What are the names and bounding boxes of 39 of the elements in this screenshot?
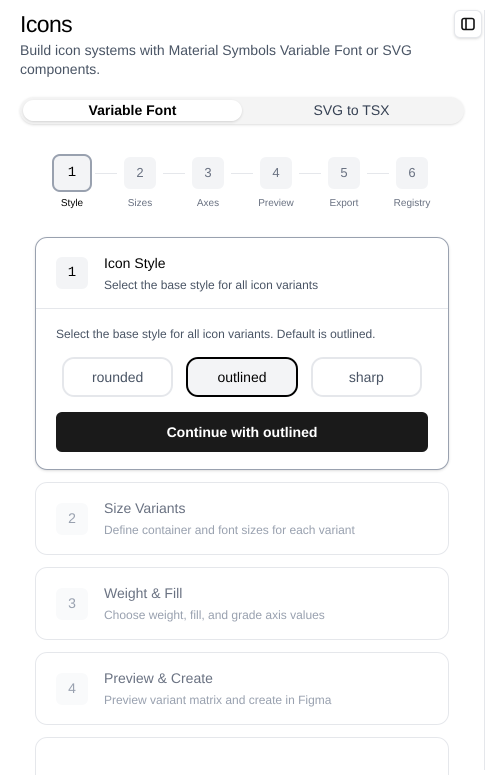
step-hint: Select the base style for all icon variants. Default is outlined. — [56, 326, 376, 343]
step-title: Size Variants — [104, 499, 186, 518]
style-option[interactable]: rounded — [62, 357, 174, 397]
step-description: Preview variant matrix and create in Figma — [104, 692, 332, 709]
step-indicator[interactable]: 6 — [396, 157, 428, 189]
tab[interactable]: Variable Font — [23, 100, 242, 121]
step-number: 2 — [56, 502, 88, 534]
step-card[interactable]: 2 Size Variants Define container and font sizes for each variant — [35, 482, 449, 555]
step-indicator[interactable]: 3 — [192, 157, 224, 189]
step-label: Preview — [258, 197, 294, 211]
step-card[interactable]: 3 Weight & Fill Choose weight, fill, and grade axis values — [35, 567, 449, 640]
sidebar-icon — [461, 17, 475, 31]
style-option[interactable]: sharp — [310, 357, 422, 397]
step-number: 1 — [56, 257, 88, 289]
step-label: Axes — [196, 197, 220, 211]
step-indicator[interactable]: 1 — [52, 154, 92, 192]
page-title: Icons — [20, 10, 72, 38]
step-description: Define container and font sizes for each variant — [104, 522, 355, 539]
step-number: 3 — [56, 588, 88, 620]
continue-button[interactable]: Continue with outlined — [56, 412, 428, 452]
page-subtitle: Build icon systems with Material Symbols Variable Font or SVG components. — [20, 41, 413, 79]
step-title: Icon Style — [104, 254, 166, 273]
tab[interactable]: SVG to TSX — [242, 100, 461, 121]
step-indicator[interactable]: 4 — [260, 157, 292, 189]
step-label: Style — [60, 197, 84, 211]
step-indicator[interactable]: 5 — [328, 157, 360, 189]
sidebar-toggle-button[interactable] — [454, 10, 482, 38]
step-title: Preview & Create — [104, 669, 214, 688]
step-label: Sizes — [128, 197, 152, 211]
step-label: Export — [330, 197, 358, 211]
step-card[interactable]: 4 Preview & Create Preview variant matrix and create in Figma — [35, 652, 449, 725]
step-description: Choose weight, fill, and grade axis values — [104, 607, 325, 624]
style-option[interactable]: outlined — [186, 357, 298, 397]
step-title: Weight & Fill — [104, 584, 184, 603]
step-label: Registry — [394, 197, 430, 211]
step-number: 4 — [56, 672, 88, 704]
step-description: Select the base style for all icon variants — [104, 276, 318, 294]
step-indicator[interactable]: 2 — [124, 157, 156, 189]
step-card[interactable]: 1 Icon Style Select the base style for all icon variants Select the base style for all icon variants. Default is outlined. rounded outlined sharp Continue with outlined — [35, 237, 449, 470]
